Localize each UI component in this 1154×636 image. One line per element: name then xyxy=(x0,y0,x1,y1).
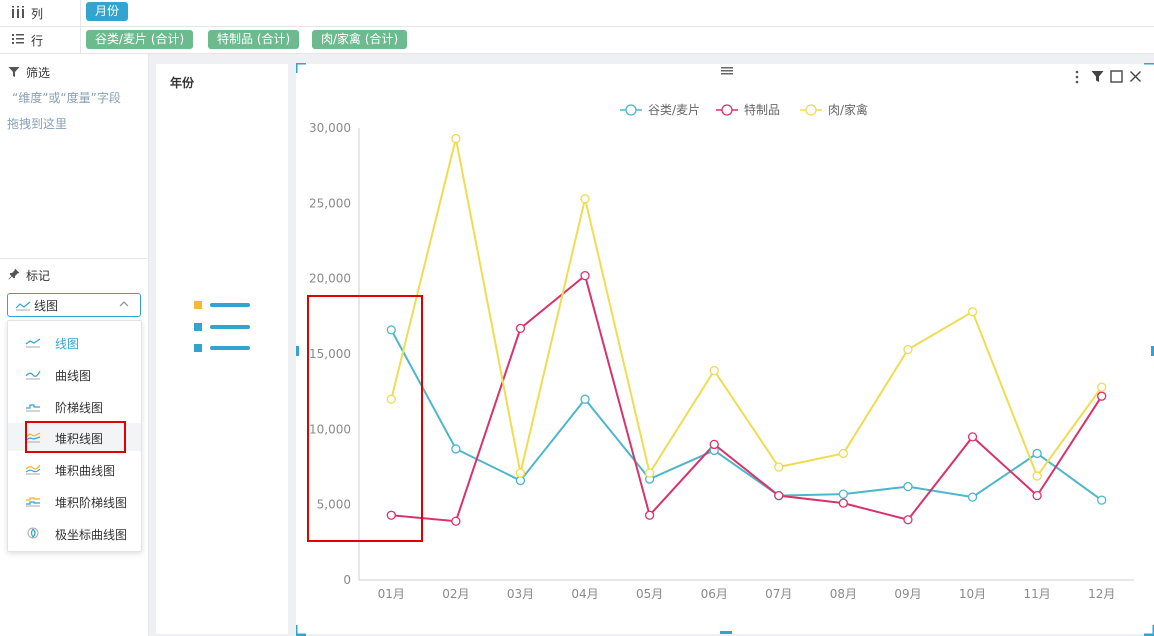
columns-shelf-label: 列 xyxy=(31,7,44,21)
maximize-icon[interactable] xyxy=(1110,70,1123,86)
filter-title: 筛选 xyxy=(26,66,51,80)
marks-title: 标记 xyxy=(26,269,51,283)
chart-option-label: 曲线图 xyxy=(55,369,92,383)
chart-option-line[interactable]: 线图 xyxy=(8,328,141,356)
chart-option-step[interactable]: 阶梯线图 xyxy=(8,392,141,420)
filter-drop-zone[interactable]: 拖拽到这里 xyxy=(7,115,67,132)
curve-chart-icon xyxy=(25,370,41,380)
highlight-box-option xyxy=(25,421,126,453)
step-chart-icon xyxy=(26,404,40,412)
pin-icon xyxy=(8,268,20,283)
rows-shelf: 行 谷类/麦片 (合计) 特制品 (合计) 肉/家禽 (合计) xyxy=(0,27,1154,54)
stacked-curve-chart-icon xyxy=(25,464,41,475)
chart-option-label: 堆积曲线图 xyxy=(55,464,116,478)
panel-divider xyxy=(0,258,147,259)
legend-card: 年份 xyxy=(156,64,288,634)
row-pill-cereal[interactable]: 谷类/麦片 (合计) xyxy=(86,30,194,49)
filter-icon xyxy=(8,66,20,81)
chart-option-stacked-curve[interactable]: 堆积曲线图 xyxy=(8,455,141,483)
filter-hint: “维度”或“度量”字段 xyxy=(12,91,121,105)
more-icon[interactable] xyxy=(1073,70,1081,87)
filter-icon[interactable] xyxy=(1091,70,1104,86)
close-icon[interactable] xyxy=(1129,70,1142,86)
highlight-box-january xyxy=(307,295,423,542)
column-pill-month[interactable]: 月份 xyxy=(86,2,129,21)
chart-option-label: 堆积阶梯线图 xyxy=(55,496,128,510)
chart-option-label: 阶梯线图 xyxy=(55,401,104,415)
stacked-step-chart-icon xyxy=(26,497,40,507)
chart-option-polar-curve[interactable]: 极坐标曲线图 xyxy=(8,519,141,547)
columns-icon xyxy=(11,5,25,23)
line-chart-icon xyxy=(15,299,31,314)
selection-handles xyxy=(296,63,1154,636)
chart-type-selected: 线图 xyxy=(34,299,59,313)
columns-shelf: 列 月份 xyxy=(0,0,1154,27)
chart-type-select[interactable]: 线图 xyxy=(7,293,141,317)
drag-handle-icon[interactable] xyxy=(720,64,734,78)
line-chart-icon xyxy=(25,338,41,348)
rows-shelf-label: 行 xyxy=(31,34,44,48)
chart-option-label: 线图 xyxy=(55,337,80,351)
legend-card-title: 年份 xyxy=(170,76,195,90)
chart-option-curve[interactable]: 曲线图 xyxy=(8,360,141,388)
row-pill-specialty[interactable]: 特制品 (合计) xyxy=(208,30,300,49)
chart-option-stacked-step[interactable]: 堆积阶梯线图 xyxy=(8,487,141,515)
rows-icon xyxy=(11,32,25,50)
columns-shelf-header: 列 xyxy=(0,0,81,26)
chart-option-label: 极坐标曲线图 xyxy=(55,528,128,542)
polar-chart-icon xyxy=(27,527,39,539)
list-legend-icon xyxy=(194,301,250,352)
row-pill-meat[interactable]: 肉/家禽 (合计) xyxy=(312,30,408,49)
chevron-up-icon[interactable] xyxy=(118,298,130,312)
rows-shelf-header: 行 xyxy=(0,27,81,53)
